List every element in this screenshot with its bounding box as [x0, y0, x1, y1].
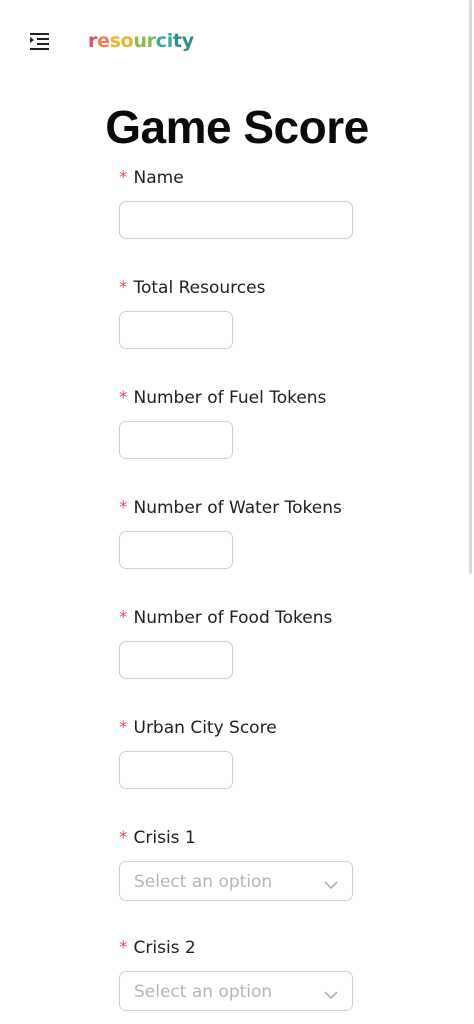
menu-indent-icon[interactable]	[30, 32, 50, 50]
field-label: Crisis 1	[133, 828, 196, 848]
required-asterisk: *	[119, 718, 128, 738]
required-asterisk: *	[119, 608, 128, 628]
name-input[interactable]	[119, 201, 353, 239]
page-title: Game Score	[105, 101, 369, 153]
page: resourcity Game Score * Name * Total Res…	[0, 0, 474, 1024]
select-placeholder: Select an option	[134, 982, 273, 1002]
food-tokens-input[interactable]	[119, 641, 233, 679]
total-resources-input[interactable]	[119, 311, 233, 349]
field-total-resources: * Total Resources	[119, 277, 359, 349]
field-urban-city-score: * Urban City Score	[119, 717, 359, 789]
field-crisis-1: * Crisis 1 Select an option	[119, 827, 359, 901]
field-label: Number of Food Tokens	[133, 608, 333, 628]
required-asterisk: *	[119, 278, 128, 298]
field-label-row: * Number of Food Tokens	[119, 607, 359, 629]
urban-city-score-input[interactable]	[119, 751, 233, 789]
field-label: Crisis 2	[133, 938, 196, 958]
scrollbar[interactable]	[469, 0, 472, 574]
water-tokens-input[interactable]	[119, 531, 233, 569]
brand-logo[interactable]: resourcity	[88, 29, 194, 53]
chevron-down-icon	[324, 985, 338, 1000]
field-label-row: * Name	[119, 167, 359, 189]
field-label: Name	[133, 168, 184, 188]
field-crisis-2: * Crisis 2 Select an option	[119, 937, 359, 1011]
brand-logo-part: e	[97, 30, 110, 52]
field-water-tokens: * Number of Water Tokens	[119, 497, 359, 569]
required-asterisk: *	[119, 828, 128, 848]
brand-logo-part: ci	[155, 30, 173, 52]
field-label: Number of Fuel Tokens	[133, 388, 327, 408]
field-label-row: * Crisis 2	[119, 937, 359, 959]
field-label-row: * Number of Fuel Tokens	[119, 387, 359, 409]
field-fuel-tokens: * Number of Fuel Tokens	[119, 387, 359, 459]
required-asterisk: *	[119, 168, 128, 188]
brand-logo-part: ty	[172, 30, 194, 52]
field-name: * Name	[119, 167, 359, 239]
crisis-2-select[interactable]: Select an option	[119, 971, 353, 1011]
select-placeholder: Select an option	[134, 872, 273, 892]
field-label-row: * Total Resources	[119, 277, 359, 299]
chevron-down-icon	[324, 875, 338, 890]
brand-logo-part: r	[88, 30, 98, 52]
field-label-row: * Urban City Score	[119, 717, 359, 739]
required-asterisk: *	[119, 498, 128, 518]
field-label-row: * Number of Water Tokens	[119, 497, 359, 519]
field-label-row: * Crisis 1	[119, 827, 359, 849]
fuel-tokens-input[interactable]	[119, 421, 233, 459]
crisis-1-select[interactable]: Select an option	[119, 861, 353, 901]
brand-logo-part: ur	[133, 30, 156, 52]
required-asterisk: *	[119, 938, 128, 958]
field-label: Number of Water Tokens	[133, 498, 342, 518]
brand-logo-part: so	[109, 30, 134, 52]
field-label: Total Resources	[133, 278, 266, 298]
field-food-tokens: * Number of Food Tokens	[119, 607, 359, 679]
required-asterisk: *	[119, 388, 128, 408]
field-label: Urban City Score	[133, 718, 277, 738]
